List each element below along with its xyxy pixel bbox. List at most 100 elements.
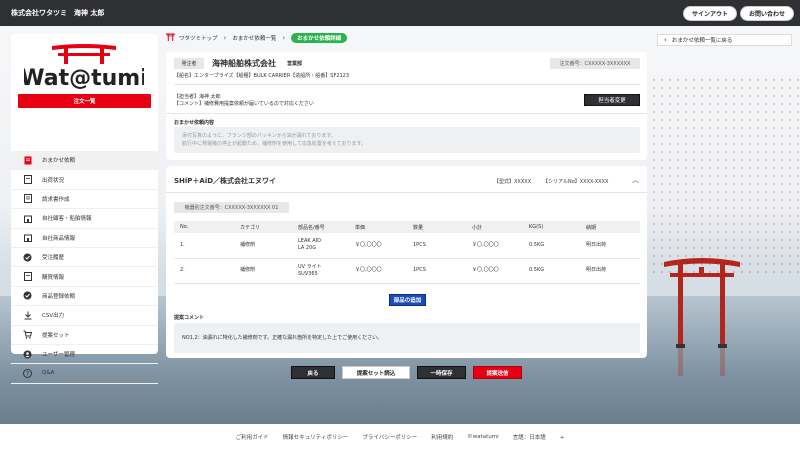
- cell-weight: 0.5KG: [523, 233, 580, 259]
- cart-icon: [23, 330, 32, 339]
- cell-quantity: 1PCS: [407, 258, 466, 284]
- sidebar-item-shipping[interactable]: 出荷状況: [11, 170, 158, 190]
- chevron-right-icon: ›: [282, 34, 286, 42]
- proposal-comment[interactable]: NO1,2：油漏れに特化した補修剤です。正確な漏れ箇所を特定した上でご使用くださ…: [174, 323, 640, 353]
- sidebar-item-label: 出荷状況: [42, 177, 65, 184]
- check-circle-icon: [23, 253, 32, 262]
- language-selector[interactable]: 言語：日本語 +: [513, 433, 565, 441]
- cell-part: UV ライト SUV365: [292, 258, 349, 284]
- question-icon: ?: [23, 368, 32, 378]
- back-link-label: おまかせ依頼一覧に戻る: [671, 38, 733, 44]
- column-header: No.: [174, 221, 234, 233]
- download-icon: [23, 311, 32, 320]
- chevron-up-icon[interactable]: ︿: [632, 175, 639, 185]
- serial-label: 【シリアルNo】XXXX-XXXX: [543, 179, 609, 185]
- signout-button[interactable]: サインアウト: [683, 6, 737, 21]
- cell-category: 補修剤: [234, 258, 292, 284]
- memo-line: 航行中に発電機の停止が起動ため、補修剤を使用して応急処置を考えております。: [182, 141, 366, 147]
- divider: [174, 84, 640, 85]
- sidebar-item-products[interactable]: 自社商品情報: [11, 229, 158, 248]
- load-proposal-set-button[interactable]: 提案セット読込: [342, 366, 410, 379]
- contact-button[interactable]: お問い合わせ: [740, 6, 794, 21]
- memo-line: 添付写真のように、フランジ部のパッキンから油が漏れております。: [182, 133, 336, 139]
- svg-text:?: ?: [26, 371, 29, 378]
- sidebar-item-invoice[interactable]: 請求書作成: [11, 190, 158, 210]
- model-label: 【型式】XXXXX: [494, 179, 532, 185]
- proposal-comment-heading: 提案コメント: [174, 315, 205, 321]
- request-memo: 添付写真のように、フランジ部のパッキンから油が漏れております。 航行中に発電機の…: [174, 127, 640, 153]
- torii-gate-image: [664, 258, 740, 376]
- sidebar-item-csv[interactable]: CSV出力: [11, 306, 158, 326]
- column-header: 単価: [349, 221, 407, 233]
- sidebar-item-label: 請求書作成: [42, 196, 70, 203]
- proposal-card: SHiP＋AiD／株式会社エヌワイ 【型式】XXXXX 【シリアルNo】XXXX…: [166, 166, 647, 358]
- chevron-right-icon: ›: [223, 34, 227, 42]
- breadcrumb-list-link[interactable]: おまかせ依頼一覧: [232, 34, 276, 42]
- user-label: 株式会社ワタツミ 海神 太郎: [11, 9, 105, 17]
- cell-category: 補修剤: [234, 233, 292, 259]
- logo-text: Wat@tumi: [24, 66, 144, 90]
- footer-security-link[interactable]: 情報セキュリティポリシー: [283, 433, 349, 441]
- document-icon: [23, 272, 32, 282]
- machine-order-number: 機器別注文番号：CXXXXX-3XXXXXX 01: [174, 202, 289, 213]
- breadcrumb: ワタツミトップ › おまかせ依頼一覧 › おまかせ依頼詳細: [166, 33, 348, 43]
- footer-terms-link[interactable]: 利用規約: [431, 433, 453, 441]
- order-list-button[interactable]: 注文一覧: [18, 94, 151, 108]
- sidebar-item-label: おまかせ依頼: [42, 158, 76, 165]
- sidebar-item-label: 提案セット: [42, 332, 70, 339]
- sidebar-item-label: 自社顧客・船舶情報: [42, 216, 92, 223]
- footer-guide-link[interactable]: ご利用ガイド: [236, 433, 269, 441]
- sidebar-item-customers[interactable]: 自社顧客・船舶情報: [11, 209, 158, 229]
- cell-subtotal: ￥〇,〇〇〇: [466, 258, 523, 284]
- add-part-button[interactable]: 部品の追加: [389, 294, 426, 306]
- column-header: 部品名/番号: [292, 221, 349, 233]
- divider: [166, 113, 647, 114]
- table-header-row: No. カテゴリ 部品名/番号 単価 数量 小計 KG(S) 納期: [174, 221, 640, 233]
- contact-person: 【担当者】海神 太郎: [174, 94, 221, 100]
- cell-unit-price: ￥〇,〇〇〇: [349, 258, 407, 284]
- cell-delivery: 明日出荷: [580, 258, 640, 284]
- sidebar-item-omakase[interactable]: おまかせ依頼: [11, 151, 158, 171]
- document-red-icon: [23, 156, 32, 165]
- part-number: SUV365: [298, 270, 318, 277]
- sidebar-item-label: Q&A: [42, 370, 55, 377]
- check-circle-icon: [23, 291, 32, 300]
- sidebar-item-purchase[interactable]: 購買情報: [11, 267, 158, 287]
- torii-icon: [166, 33, 175, 43]
- breadcrumb-home-link[interactable]: ワタツミトップ: [179, 34, 218, 42]
- sidebar-item-product-request[interactable]: 商品登録依頼: [11, 287, 158, 307]
- table-row: 2. 補修剤 UV ライト SUV365 ￥〇,〇〇〇 1PCS ￥〇,〇〇〇 0…: [174, 258, 640, 284]
- memo-heading: おまかせ依頼内容: [174, 120, 215, 126]
- cell-subtotal: ￥〇,〇〇〇: [466, 233, 523, 259]
- cell-no: 2.: [174, 258, 234, 284]
- building-icon: [23, 214, 32, 223]
- footer-copyright: ©watatumi: [467, 434, 499, 440]
- watatumi-logo: Wat@tumi: [24, 44, 144, 90]
- back-button[interactable]: 戻る: [291, 366, 335, 379]
- sidebar-item-proposal-set[interactable]: 提案セット: [11, 326, 158, 345]
- sidebar-item-users[interactable]: ユーザー管理: [11, 345, 158, 365]
- footer-privacy-link[interactable]: プライバシーポリシー: [362, 433, 417, 441]
- sidebar-item-label: 商品登録依頼: [42, 293, 76, 300]
- column-header: 小計: [466, 221, 523, 233]
- breadcrumb-current: おまかせ依頼詳細: [291, 33, 348, 43]
- divider: [166, 192, 647, 193]
- sidebar-item-order-history[interactable]: 受注履歴: [11, 248, 158, 268]
- cell-delivery: 明日出荷: [580, 233, 640, 259]
- sidebar: Wat@tumi 注文一覧 おまかせ依頼 出荷状況 請求書作成 自社顧客・船舶情…: [11, 34, 158, 384]
- submit-proposal-button[interactable]: 提案送信: [473, 366, 522, 379]
- building-icon: [23, 233, 32, 243]
- back-to-list-link[interactable]: ‹ おまかせ依頼一覧に戻る: [657, 34, 792, 46]
- temp-save-button[interactable]: 一時保存: [417, 366, 466, 379]
- part-number: LA 20G: [298, 245, 317, 252]
- sidebar-item-label: 購買情報: [42, 274, 65, 281]
- sidebar-item-label: ユーザー管理: [42, 352, 75, 359]
- sidebar-item-label: 自社商品情報: [42, 235, 76, 242]
- plus-icon: +: [559, 435, 565, 441]
- change-contact-button[interactable]: 担当者変更: [584, 94, 640, 106]
- sidebar-item-qa[interactable]: ? Q&A: [11, 364, 158, 384]
- column-header: カテゴリ: [234, 221, 292, 233]
- column-header: KG(S): [523, 221, 580, 233]
- department: 営業部: [287, 61, 303, 67]
- cell-no: 1.: [174, 233, 234, 259]
